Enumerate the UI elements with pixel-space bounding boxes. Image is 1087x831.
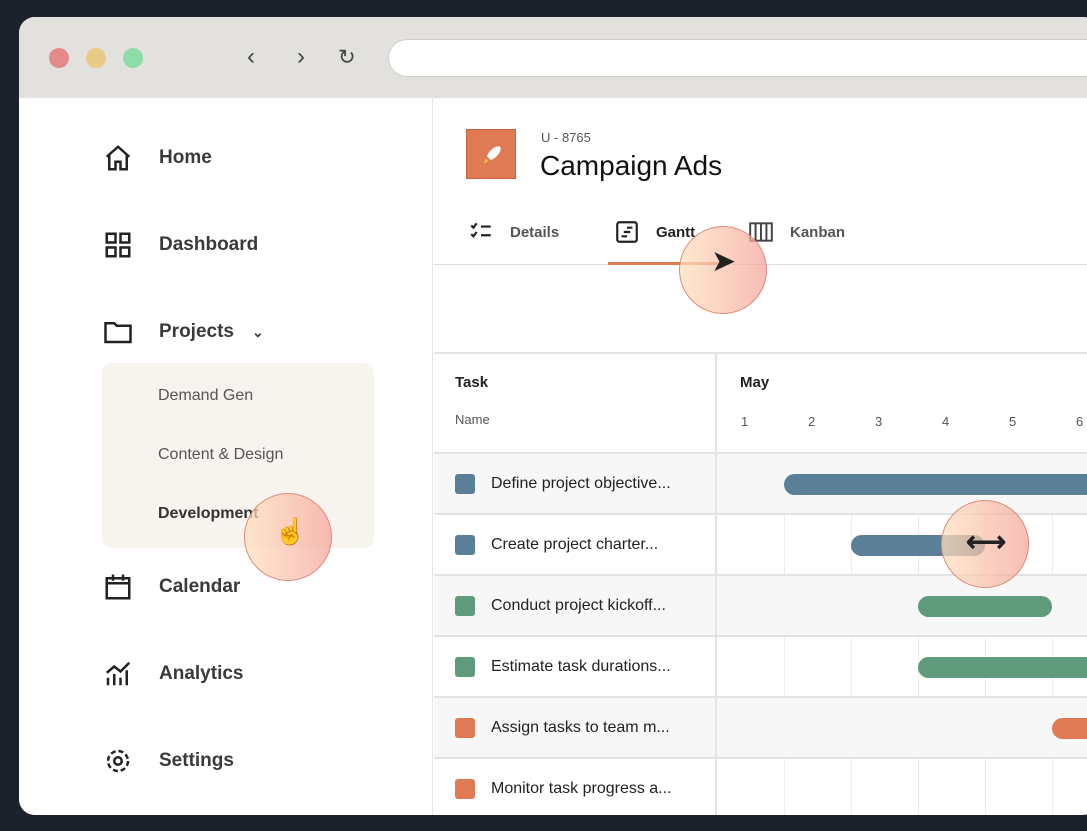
task-color-swatch	[455, 717, 475, 738]
task-column-header: Task	[455, 374, 489, 391]
gantt-icon	[616, 221, 638, 243]
browser-titlebar: ‹ › ↻	[19, 17, 1087, 98]
sidebar-item-projects[interactable]: Projects ⌄	[103, 317, 264, 347]
task-color-swatch	[455, 778, 475, 799]
task-row[interactable]: Monitor task progress a...	[434, 759, 1087, 815]
sidebar-label: Analytics	[159, 663, 244, 684]
maximize-window-button[interactable]	[123, 48, 143, 68]
task-bar[interactable]	[918, 657, 1087, 678]
sidebar: Home Dashboard Projects ⌄ Demand Gen Con…	[19, 98, 433, 815]
page-title: Campaign Ads	[540, 150, 723, 181]
browser-window: ‹ › ↻ Home Dashboard Projects ⌄ Demand G…	[19, 17, 1087, 815]
sidebar-label: Dashboard	[159, 234, 259, 255]
projects-submenu: Demand Gen Content & Design Development	[102, 363, 374, 548]
day-label: 5	[1009, 414, 1017, 429]
calendar-icon	[105, 574, 131, 600]
day-label: 2	[808, 414, 816, 429]
close-window-button[interactable]	[49, 48, 69, 68]
task-name: Define project objective...	[491, 474, 671, 492]
resize-cursor-icon: ⟷	[966, 526, 1007, 557]
task-color-swatch	[455, 534, 475, 555]
analytics-icon	[105, 661, 131, 686]
task-name: Create project charter...	[491, 535, 659, 553]
reload-icon[interactable]: ↻	[338, 45, 356, 70]
task-bar[interactable]	[1052, 718, 1087, 739]
tab-label: Details	[510, 223, 560, 241]
hand-cursor-icon: ☝	[274, 516, 307, 546]
back-icon[interactable]: ‹	[247, 43, 255, 71]
sidebar-label: Home	[159, 147, 212, 168]
forward-icon[interactable]: ›	[297, 43, 305, 71]
submenu-item[interactable]: Demand Gen	[158, 387, 253, 405]
sidebar-label: Settings	[159, 750, 234, 771]
task-name: Estimate task durations...	[491, 657, 671, 675]
day-label: 1	[741, 414, 749, 429]
task-name: Monitor task progress a...	[491, 779, 672, 797]
gear-icon	[106, 749, 130, 773]
checklist-icon	[470, 222, 491, 238]
task-bar[interactable]	[918, 596, 1052, 617]
grid-icon	[105, 232, 131, 258]
tab-kanban[interactable]: Kanban	[748, 219, 845, 245]
sidebar-item-dashboard[interactable]: Dashboard	[103, 230, 258, 260]
tab-details[interactable]: Details	[468, 219, 559, 245]
folder-icon	[104, 322, 132, 344]
main-panel: U - 8765 Campaign Ads Details Gantt Kanb…	[434, 98, 1087, 815]
task-color-swatch	[455, 656, 475, 677]
arrow-cursor-icon: ➤	[711, 245, 737, 278]
day-label: 6	[1076, 414, 1084, 429]
day-label: 4	[942, 414, 950, 429]
gantt-header: Task Name May	[434, 354, 1087, 454]
minimize-window-button[interactable]	[86, 48, 106, 68]
submenu-item-active[interactable]: Development	[158, 505, 258, 523]
address-bar[interactable]	[388, 39, 1087, 77]
month-label: May	[740, 374, 770, 391]
sidebar-item-analytics[interactable]: Analytics	[103, 659, 243, 689]
task-row[interactable]: Assign tasks to team m...	[434, 698, 1087, 759]
tab-label: Kanban	[790, 223, 846, 241]
sidebar-item-settings[interactable]: Settings	[103, 746, 234, 776]
sidebar-label: Projects	[159, 321, 234, 342]
task-name: Conduct project kickoff...	[491, 596, 666, 614]
sidebar-item-calendar[interactable]: Calendar	[103, 572, 240, 602]
task-name: Assign tasks to team m...	[491, 718, 670, 736]
tab-gantt[interactable]: Gantt	[614, 219, 695, 245]
task-bar[interactable]	[784, 474, 1087, 495]
name-column-header: Name	[455, 412, 490, 427]
task-color-swatch	[455, 473, 475, 494]
submenu-item[interactable]: Content & Design	[158, 446, 283, 464]
sidebar-label: Calendar	[159, 576, 241, 597]
chevron-down-icon: ⌄	[251, 323, 264, 340]
project-id: U - 8765	[541, 130, 591, 145]
rocket-icon	[466, 129, 516, 179]
home-icon	[105, 145, 131, 171]
column-divider	[715, 354, 717, 815]
sidebar-item-home[interactable]: Home	[103, 143, 212, 173]
tab-label: Gantt	[656, 223, 696, 241]
task-color-swatch	[455, 595, 475, 616]
day-label: 3	[875, 414, 883, 429]
